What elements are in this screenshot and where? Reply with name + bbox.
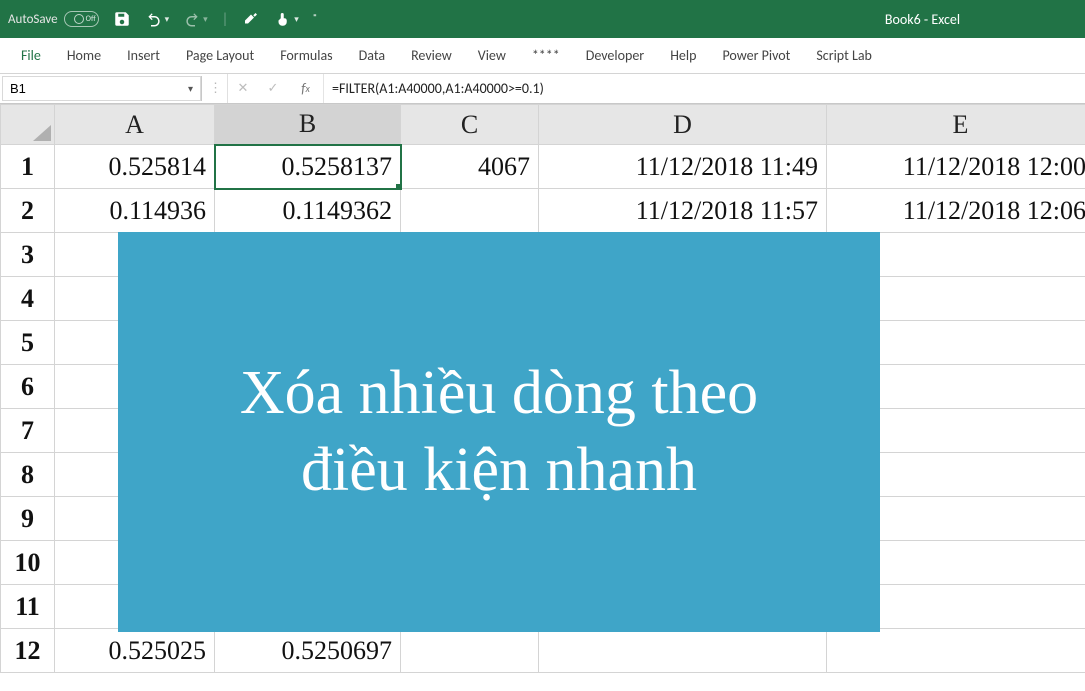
tab-help[interactable]: Help — [657, 39, 709, 72]
col-header-c[interactable]: C — [401, 105, 539, 145]
tab-developer[interactable]: Developer — [573, 39, 657, 72]
row-header[interactable]: 3 — [1, 233, 55, 277]
tab-script-lab[interactable]: Script Lab — [803, 39, 885, 72]
row-header[interactable]: 6 — [1, 365, 55, 409]
tab-view[interactable]: View — [465, 39, 519, 72]
chevron-down-icon: ▾ — [165, 14, 170, 25]
cell-selected[interactable]: 0.5258137 — [215, 145, 401, 189]
autosave-toggle[interactable]: Off — [64, 11, 99, 27]
cell[interactable]: 0.1149362 — [215, 189, 401, 233]
col-header-b[interactable]: B — [215, 105, 401, 145]
row-header[interactable]: 1 — [1, 145, 55, 189]
cell[interactable]: 0.114936 — [55, 189, 215, 233]
cell[interactable]: 11/12/2018 12:00 — [827, 145, 1085, 189]
formula-bar: ▾ ⋮ ✕ ✓ fx =FILTER(A1:A40000,A1:A40000>=… — [0, 74, 1085, 104]
tab-home[interactable]: Home — [54, 39, 114, 72]
toggle-knob-icon — [74, 14, 84, 24]
tab-formulas[interactable]: Formulas — [267, 39, 345, 72]
cell[interactable]: 0.5250697 — [215, 629, 401, 673]
chevron-down-icon: ▾ — [294, 14, 299, 25]
tab-addin[interactable]: **** — [519, 39, 573, 72]
name-box[interactable]: ▾ — [2, 76, 202, 101]
tab-review[interactable]: Review — [398, 39, 465, 72]
cell[interactable] — [401, 629, 539, 673]
row-header[interactable]: 2 — [1, 189, 55, 233]
tab-insert[interactable]: Insert — [114, 39, 173, 72]
name-box-input[interactable] — [10, 81, 150, 96]
select-all-corner[interactable] — [1, 105, 55, 145]
formula-input[interactable]: =FILTER(A1:A40000,A1:A40000>=0.1) — [324, 74, 1085, 103]
chevron-down-icon[interactable]: ▾ — [188, 82, 193, 95]
accept-button[interactable]: ✓ — [258, 74, 288, 103]
col-header-e[interactable]: E — [827, 105, 1085, 145]
tab-data[interactable]: Data — [346, 39, 398, 72]
fx-separator: ⋮ — [204, 74, 228, 103]
row-header[interactable]: 5 — [1, 321, 55, 365]
redo-button[interactable]: ▾ — [183, 7, 208, 31]
cancel-button[interactable]: ✕ — [228, 74, 258, 103]
title-bar: AutoSave Off ▾ ▾ │ ▾ ⁼ Book6 - Excel — [0, 0, 1085, 38]
touch-mode-button[interactable]: ▾ — [274, 7, 299, 31]
cell[interactable] — [827, 629, 1085, 673]
ribbon-tabs: File Home Insert Page Layout Formulas Da… — [0, 38, 1085, 74]
row-header[interactable]: 11 — [1, 585, 55, 629]
row-header[interactable]: 4 — [1, 277, 55, 321]
autosave-state: Off — [86, 14, 96, 24]
row-header[interactable]: 7 — [1, 409, 55, 453]
format-painter-button[interactable] — [242, 7, 260, 31]
undo-button[interactable]: ▾ — [145, 7, 170, 31]
cell[interactable]: 0.525814 — [55, 145, 215, 189]
cell[interactable]: 11/12/2018 12:06 — [827, 189, 1085, 233]
row-header[interactable]: 8 — [1, 453, 55, 497]
fx-icon[interactable]: fx — [288, 74, 324, 103]
autosave-label: AutoSave — [8, 12, 58, 27]
row-header[interactable]: 10 — [1, 541, 55, 585]
col-header-d[interactable]: D — [539, 105, 827, 145]
qat-customize-button[interactable]: ⁼ — [313, 7, 317, 31]
chevron-down-icon: ▾ — [203, 14, 208, 25]
cell[interactable]: 11/12/2018 11:49 — [539, 145, 827, 189]
overlay-caption: Xóa nhiều dòng theo điều kiện nhanh — [118, 232, 880, 632]
cell[interactable] — [401, 189, 539, 233]
row-header[interactable]: 12 — [1, 629, 55, 673]
save-button[interactable] — [113, 7, 131, 31]
row-header[interactable]: 9 — [1, 497, 55, 541]
cell[interactable]: 4067 — [401, 145, 539, 189]
tab-file[interactable]: File — [8, 39, 54, 72]
cell[interactable] — [539, 629, 827, 673]
cell[interactable]: 0.525025 — [55, 629, 215, 673]
overflow-icon: ⁼ — [313, 12, 317, 26]
cell[interactable]: 11/12/2018 11:57 — [539, 189, 827, 233]
overlay-line1: Xóa nhiều dòng theo — [240, 359, 758, 427]
tab-page-layout[interactable]: Page Layout — [173, 39, 267, 72]
tab-power-pivot[interactable]: Power Pivot — [709, 39, 803, 72]
quick-access-toolbar: ▾ ▾ │ ▾ ⁼ — [113, 7, 317, 31]
overlay-line2: điều kiện nhanh — [301, 436, 697, 504]
autosave-control[interactable]: AutoSave Off — [8, 11, 99, 27]
col-header-a[interactable]: A — [55, 105, 215, 145]
